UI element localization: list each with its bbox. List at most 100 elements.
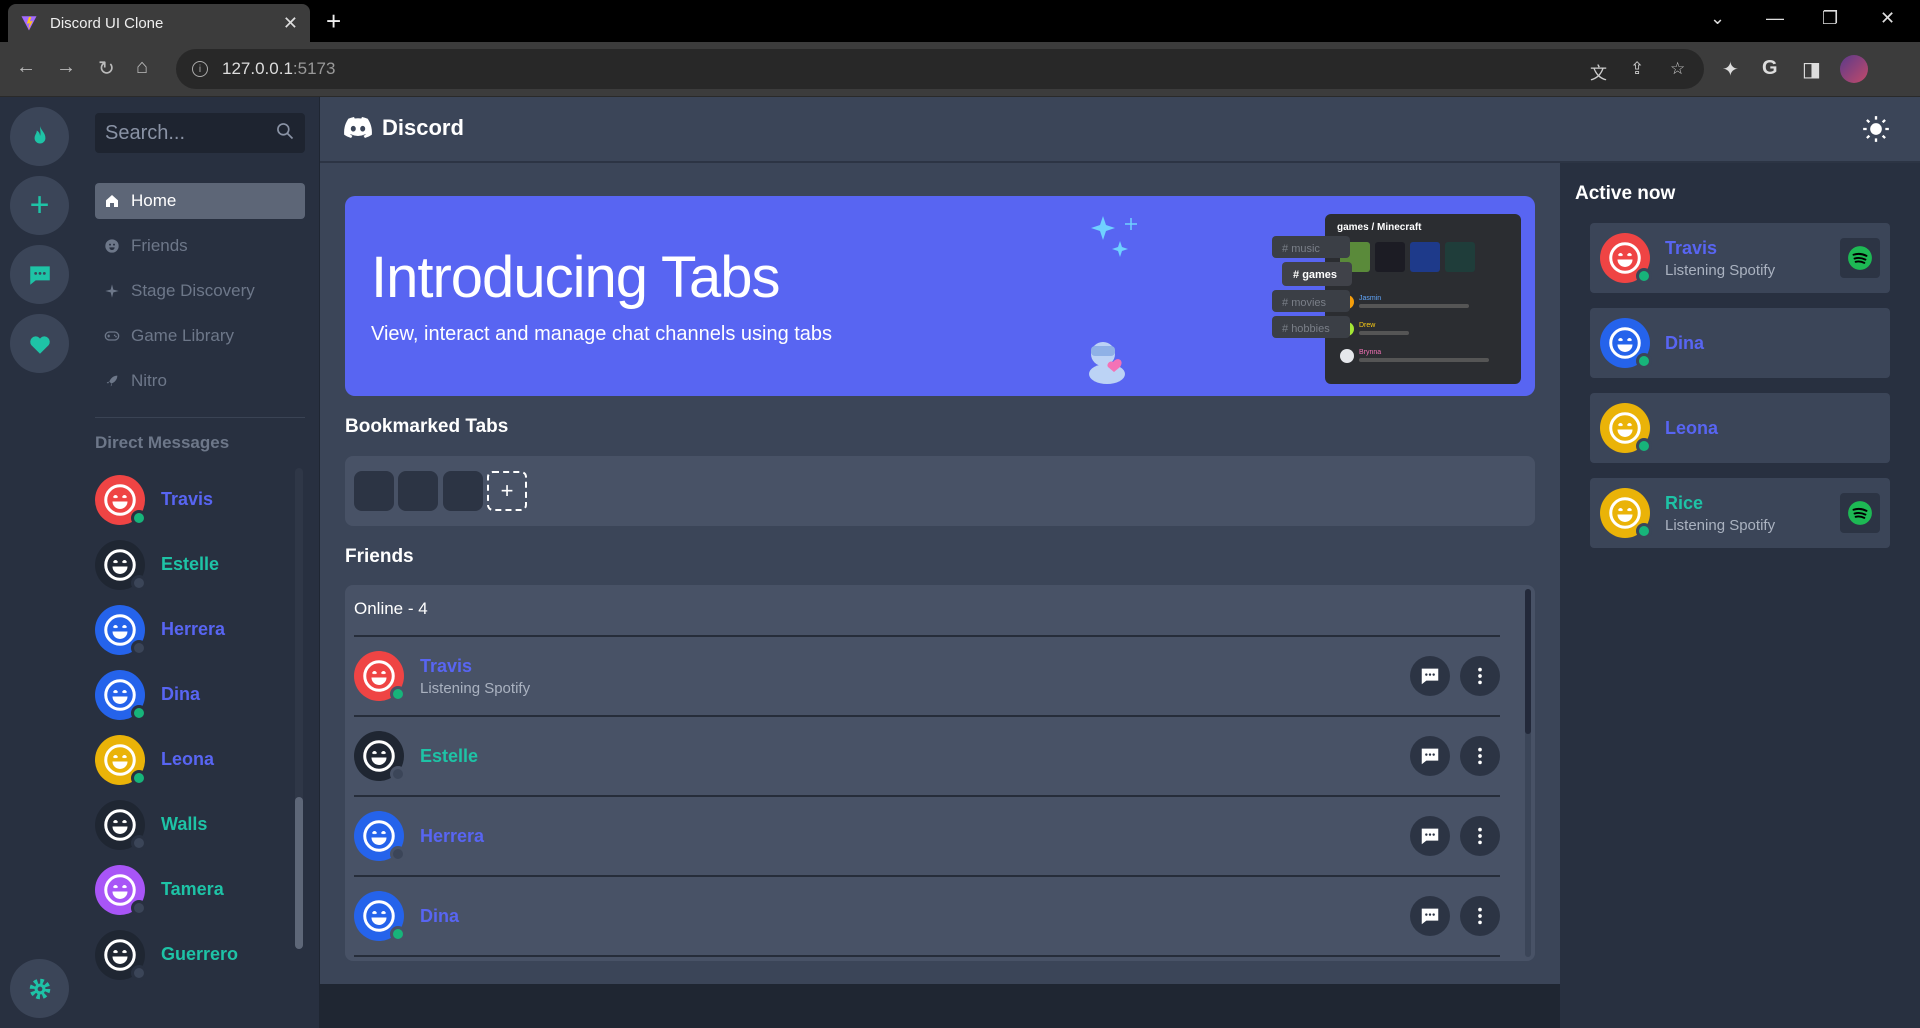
message-button[interactable] (1410, 736, 1450, 776)
avatar[interactable] (95, 864, 147, 916)
chat-icon[interactable] (10, 245, 69, 304)
nav-item-game-library[interactable]: Game Library (95, 318, 305, 354)
info-icon[interactable]: i (192, 61, 208, 77)
avatar[interactable] (95, 799, 147, 851)
more-options-button[interactable] (1460, 736, 1500, 776)
avatar[interactable] (95, 734, 147, 786)
bookmark-slot[interactable] (398, 471, 438, 511)
friend-row[interactable]: Travis Listening Spotify (354, 635, 1500, 715)
sun-icon[interactable] (1862, 115, 1890, 148)
brand[interactable]: Discord (344, 115, 464, 141)
active-now-panel: Active now Travis Listening Spotify Dina Le… (1560, 163, 1920, 1028)
dm-item[interactable]: Guerrero (95, 922, 305, 987)
new-tab-icon[interactable]: + (326, 6, 341, 36)
avatar[interactable] (354, 891, 406, 942)
message-button[interactable] (1410, 656, 1450, 696)
home-icon[interactable]: ⌂ (136, 56, 148, 79)
friend-row[interactable]: Dina (354, 875, 1500, 955)
translate-icon[interactable]: 文 (1590, 59, 1607, 84)
minimize-icon[interactable]: — (1766, 8, 1784, 29)
message-button[interactable] (1410, 896, 1450, 936)
more-vertical-icon (1478, 667, 1482, 685)
avatar[interactable] (95, 604, 147, 656)
address-bar[interactable]: i 127.0.0.1:5173 (176, 49, 1704, 89)
extensions-icon[interactable]: ✦ (1722, 57, 1739, 82)
search-icon[interactable] (275, 121, 295, 146)
dm-item[interactable]: Walls (95, 792, 305, 857)
active-name: Leona (1665, 417, 1719, 438)
bookmark-slot[interactable] (354, 471, 394, 511)
window-close-icon[interactable]: ✕ (1880, 8, 1895, 29)
back-icon[interactable]: ← (16, 56, 36, 79)
friend-row[interactable]: Herrera (354, 795, 1500, 875)
search-input[interactable] (105, 121, 265, 145)
star-icon[interactable]: ☆ (1670, 59, 1685, 79)
more-options-button[interactable] (1460, 896, 1500, 936)
dm-item[interactable]: Herrera (95, 597, 305, 662)
status-dot (390, 846, 406, 862)
nav-item-friends[interactable]: Friends (95, 228, 305, 264)
friends-scrollbar[interactable] (1525, 589, 1531, 734)
message-icon (1421, 668, 1439, 685)
profile-avatar[interactable] (1840, 55, 1868, 83)
spotify-icon[interactable] (1840, 493, 1880, 533)
dm-item[interactable]: Leona (95, 727, 305, 792)
bookmark-slot[interactable] (443, 471, 483, 511)
dm-scrollbar[interactable] (295, 797, 303, 949)
fire-icon[interactable] (10, 107, 69, 166)
more-vertical-icon (1478, 747, 1482, 765)
chevron-down-icon[interactable]: ⌄ (1710, 8, 1725, 29)
dm-item[interactable]: Estelle (95, 532, 305, 597)
dm-item[interactable]: Travis (95, 467, 305, 532)
nav-label: Home (131, 191, 177, 210)
reload-icon[interactable]: ↻ (98, 56, 115, 81)
active-card[interactable]: Rice Listening Spotify (1590, 478, 1890, 548)
close-icon[interactable]: ✕ (283, 13, 298, 34)
more-options-button[interactable] (1460, 816, 1500, 856)
smile-icon (103, 238, 121, 254)
active-card[interactable]: Travis Listening Spotify (1590, 223, 1890, 293)
add-bookmark-button[interactable]: + (487, 471, 527, 511)
sidepanel-icon[interactable]: ◨ (1802, 57, 1821, 82)
friend-row[interactable]: Estelle (354, 715, 1500, 795)
avatar[interactable] (354, 651, 406, 702)
message-button[interactable] (1410, 816, 1450, 856)
restore-icon[interactable]: ❐ (1822, 8, 1838, 29)
channel-tab: music (1291, 243, 1320, 255)
nav-item-nitro[interactable]: Nitro (95, 363, 305, 399)
spotify-icon[interactable] (1840, 238, 1880, 278)
dm-item[interactable]: Dina (95, 662, 305, 727)
avatar[interactable] (354, 731, 406, 782)
status-dot (131, 899, 147, 916)
svg-text:# hobbies: # hobbies (1282, 323, 1330, 335)
heart-icon[interactable] (10, 314, 69, 373)
share-icon[interactable]: ⇪ (1630, 59, 1644, 79)
avatar[interactable] (1600, 233, 1652, 284)
dm-item[interactable]: Tamera (95, 857, 305, 922)
avatar[interactable] (95, 474, 147, 526)
avatar[interactable] (354, 811, 406, 862)
active-info: Travis Listening Spotify (1665, 238, 1840, 279)
friend-info: Herrera (420, 826, 1400, 847)
friend-info: Estelle (420, 746, 1400, 767)
avatar[interactable] (95, 539, 147, 591)
forward-icon[interactable]: → (56, 56, 76, 79)
active-card[interactable]: Dina (1590, 308, 1890, 378)
plus-icon[interactable]: + (10, 176, 69, 235)
avatar[interactable] (1600, 403, 1652, 454)
avatar[interactable] (1600, 488, 1652, 539)
browser-tab[interactable]: Discord UI Clone ✕ (8, 4, 310, 42)
google-icon[interactable]: G (1762, 57, 1778, 80)
active-card[interactable]: Leona (1590, 393, 1890, 463)
more-options-button[interactable] (1460, 656, 1500, 696)
active-name: Travis (1665, 237, 1718, 258)
row-divider (354, 955, 1500, 961)
settings-gear-icon[interactable] (10, 959, 69, 1018)
avatar[interactable] (1600, 318, 1652, 369)
nav-item-home[interactable]: Home (95, 183, 305, 219)
nav-item-stage-discovery[interactable]: Stage Discovery (95, 273, 305, 309)
avatar[interactable] (95, 669, 147, 721)
avatar[interactable] (95, 929, 147, 981)
active-name: Rice (1665, 492, 1704, 513)
dm-list: Travis Estelle Herrera Dina Leona Walls Tamera… (95, 467, 305, 1025)
